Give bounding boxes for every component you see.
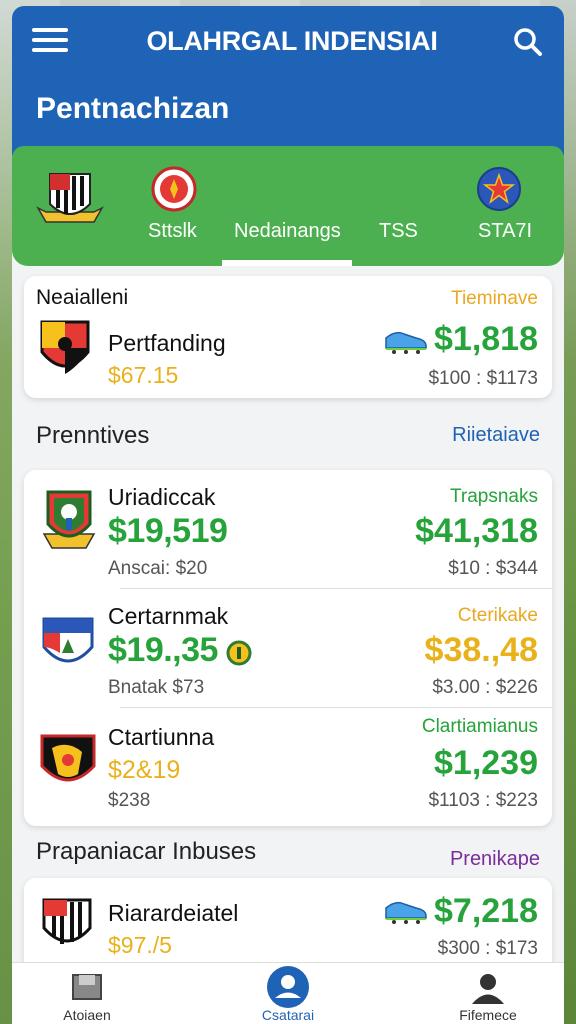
featured-card[interactable]: Neaialleni Tieminave Pertfanding $67.15 … [24, 276, 552, 398]
section-link-riietaiave[interactable]: Riietaiave [452, 424, 540, 447]
soccer-shoe-icon [385, 331, 427, 354]
bottom-nav: Atoiaen Csatarai Fifemece [12, 962, 564, 1024]
row-club-logo [38, 488, 100, 559]
black-shield-icon [40, 734, 96, 782]
shield-crest-icon [40, 320, 90, 374]
list-item[interactable]: Ctartiunna $2&19 $238 Clartiamianus $1,2… [24, 708, 552, 826]
search-button[interactable] [512, 26, 544, 58]
featured-sub: $100 : $1173 [428, 368, 538, 389]
nav-item-csatarai[interactable]: Csatarai [213, 963, 363, 1024]
featured-name: Pertfanding [108, 330, 226, 356]
row-right-label: Clartiamianus [421, 716, 538, 737]
active-tab-indicator [222, 260, 352, 266]
row-shoe [382, 894, 430, 929]
list-item[interactable]: Uriadiccak $19,519 Anscai: $20 Trapsnaks… [24, 470, 552, 588]
featured-shoe [382, 324, 430, 359]
row-medal [226, 639, 252, 672]
medal-icon [226, 640, 252, 666]
row-left-sub: Bnatak $73 [108, 677, 205, 698]
featured-status: Tieminave [451, 288, 538, 309]
row-left-sub: Anscai: $20 [108, 558, 208, 579]
row-right-price: $38.,48 [424, 631, 538, 669]
row-right-price: $1,239 [434, 744, 538, 782]
menu-icon [32, 28, 68, 32]
row-left-price: $2&19 [108, 756, 181, 784]
box-icon [72, 974, 102, 1000]
profile-icon [267, 966, 309, 1008]
club-crest-icon [36, 173, 104, 223]
soccer-shoe-icon [385, 901, 427, 924]
striped-shield-icon [42, 898, 92, 944]
row-right-sub: $10 : $344 [448, 558, 538, 579]
featured-club-logo [38, 316, 92, 385]
search-icon [514, 28, 542, 56]
blue-shield-icon [42, 617, 94, 663]
menu-button[interactable] [32, 28, 68, 56]
green-shield-icon [42, 490, 96, 549]
row-right-label: Trapsnaks [450, 486, 538, 507]
featured-left-price: $67.15 [108, 362, 179, 388]
list-item[interactable]: Certarnmak $19.,35 Bnatak $73 Cterikake … [24, 589, 552, 707]
row-club-logo [40, 894, 94, 961]
row-right-price: $7,218 [434, 892, 538, 930]
menu-icon-bar [32, 38, 68, 42]
red-club-badge-icon [151, 166, 197, 212]
row-left-price: $19.,35 [108, 631, 218, 669]
featured-section-label: Neaialleni [36, 286, 129, 309]
nav-item-fifemece[interactable]: Fifemece [413, 963, 563, 1024]
row-club-logo [38, 730, 98, 801]
row-name: Certarnmak [108, 603, 229, 629]
nav-item-atoiaen[interactable]: Atoiaen [12, 963, 162, 1024]
row-name: Uriadiccak [108, 484, 216, 510]
list-card: Uriadiccak $19,519 Anscai: $20 Trapsnaks… [24, 470, 552, 826]
row-right-price: $41,318 [415, 512, 538, 550]
tab-club-crest[interactable] [34, 168, 106, 235]
section-title-prapaniacar: Prapaniacar Inbuses [36, 838, 257, 865]
menu-icon-bar [32, 48, 68, 52]
section-link-prenikape[interactable]: Prenikape [450, 848, 540, 871]
row-right-label: Cterikake [457, 605, 538, 626]
row-name: Riarardeiatel [108, 900, 239, 926]
section-title-prenntives: Prenntives [36, 422, 150, 449]
tab-nedainangs[interactable]: Nedainangs [234, 220, 341, 243]
row-right-sub: $300 : $173 [437, 938, 538, 959]
nav-label: Atoiaen [63, 1007, 111, 1023]
row-left-price: $97./5 [108, 932, 172, 958]
page-title: Pentnachizan [36, 92, 230, 125]
tab-bar: Sttslk Nedainangs TSS STA7I [12, 146, 564, 266]
tab-badge-red [151, 166, 197, 217]
star-badge-icon [477, 167, 521, 211]
row-right-sub: $1103 : $223 [428, 790, 538, 811]
app-title: OLAHRGAL INDENSIAI [146, 26, 438, 56]
row-club-logo [40, 613, 96, 682]
app-window: OLAHRGAL INDENSIAI Pentnachizan Sttslk N… [12, 6, 564, 1024]
row-left-price: $19,519 [108, 512, 228, 550]
tab-badge-star [476, 166, 522, 217]
header: OLAHRGAL INDENSIAI Pentnachizan [12, 6, 564, 156]
tab-tss[interactable]: TSS [379, 220, 418, 243]
nav-label: Fifemece [459, 1007, 517, 1023]
tab-sta7i[interactable]: STA7I [478, 220, 532, 243]
row-name: Ctartiunna [108, 724, 215, 750]
tab-sttslk[interactable]: Sttslk [148, 220, 197, 243]
featured-price: $1,818 [434, 320, 538, 358]
row-left-sub: $238 [108, 790, 151, 811]
nav-label: Csatarai [261, 1007, 315, 1023]
person-icon [472, 974, 504, 1004]
row-right-sub: $3.00 : $226 [432, 677, 538, 698]
